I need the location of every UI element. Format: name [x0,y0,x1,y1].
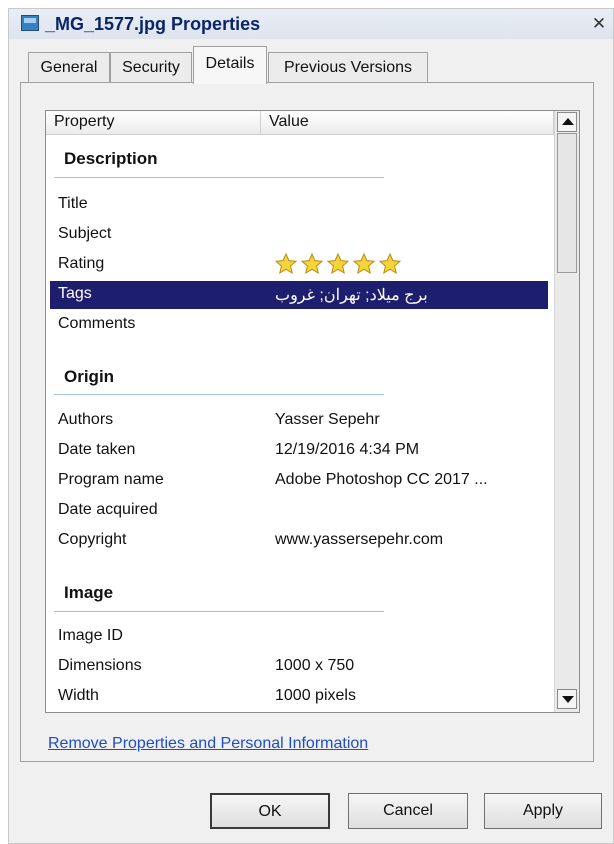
row-date-acquired[interactable]: Date acquired [50,497,548,525]
section-divider [54,177,384,178]
star-icon[interactable] [378,252,402,276]
section-image: Image [64,583,114,602]
row-value: www.yassersepehr.com [275,531,444,548]
row-value: 1000 pixels [275,687,356,704]
section-origin: Origin [64,367,115,386]
apply-button[interactable]: Apply [484,793,602,829]
row-title[interactable]: Title [50,191,548,219]
row-label: Tags [58,285,92,302]
row-image-id[interactable]: Image ID [50,623,548,651]
row-value: Yasser Sepehr [275,411,380,428]
star-icon[interactable] [326,252,350,276]
row-label: Title [58,195,88,212]
row-label: Date taken [58,441,136,458]
row-copyright[interactable]: Copyright www.yassersepehr.com [50,527,548,555]
tab-security[interactable]: Security [110,52,192,82]
row-dimensions[interactable]: Dimensions 1000 x 750 [50,653,548,681]
scroll-down-arrow-icon[interactable] [557,689,577,709]
row-width[interactable]: Width 1000 pixels [50,683,548,711]
image-file-icon [21,15,39,31]
tab-previous-versions[interactable]: Previous Versions [268,52,428,82]
window-title: _MG_1577.jpg Properties [45,14,261,34]
section-description: Description [64,149,158,168]
row-label: Copyright [58,531,127,548]
row-date-taken[interactable]: Date taken 12/19/2016 4:34 PM [50,437,548,465]
remove-properties-link[interactable]: Remove Properties and Personal Informati… [48,735,368,753]
row-label: Width [58,687,99,704]
row-value: 1000 x 750 [275,657,355,674]
star-icon[interactable] [300,252,324,276]
row-value: 12/19/2016 4:34 PM [275,441,420,458]
row-comments[interactable]: Comments [50,311,548,339]
row-program-name[interactable]: Program name Adobe Photoshop CC 2017 ... [50,467,548,495]
row-label: Authors [58,411,114,428]
details-list[interactable]: Property Value Description Title Subject… [45,110,580,713]
row-value: Adobe Photoshop CC 2017 ... [275,471,488,488]
ok-button[interactable]: OK [210,793,330,829]
close-icon[interactable]: ✕ [589,15,609,33]
row-label: Comments [58,315,136,332]
cancel-button[interactable]: Cancel [348,793,468,829]
row-tags[interactable]: Tags برج میلاد; تهران; غروب [50,281,548,309]
row-authors[interactable]: Authors Yasser Sepehr [50,407,548,435]
title-bar[interactable]: _MG_1577.jpg Properties ✕ [9,9,613,39]
vertical-scrollbar[interactable] [554,111,579,712]
tab-general[interactable]: General [28,52,110,82]
scrollbar-thumb[interactable] [557,133,577,273]
column-header-property[interactable]: Property [46,111,261,135]
row-label: Rating [58,255,105,272]
row-label: Program name [58,471,164,488]
row-rating[interactable]: Rating [50,251,548,279]
section-divider [54,611,384,612]
row-label: Image ID [58,627,123,644]
scroll-up-arrow-icon[interactable] [557,112,577,132]
star-icon[interactable] [274,252,298,276]
row-label: Date acquired [58,501,158,518]
tab-details[interactable]: Details [193,46,267,84]
row-label: Subject [58,225,112,242]
column-header-value[interactable]: Value [261,111,554,135]
section-divider [54,394,384,395]
rating-stars[interactable] [274,252,402,276]
star-icon[interactable] [352,252,376,276]
row-label: Dimensions [58,657,142,674]
row-value: برج میلاد; تهران; غروب [275,287,428,304]
row-subject[interactable]: Subject [50,221,548,249]
